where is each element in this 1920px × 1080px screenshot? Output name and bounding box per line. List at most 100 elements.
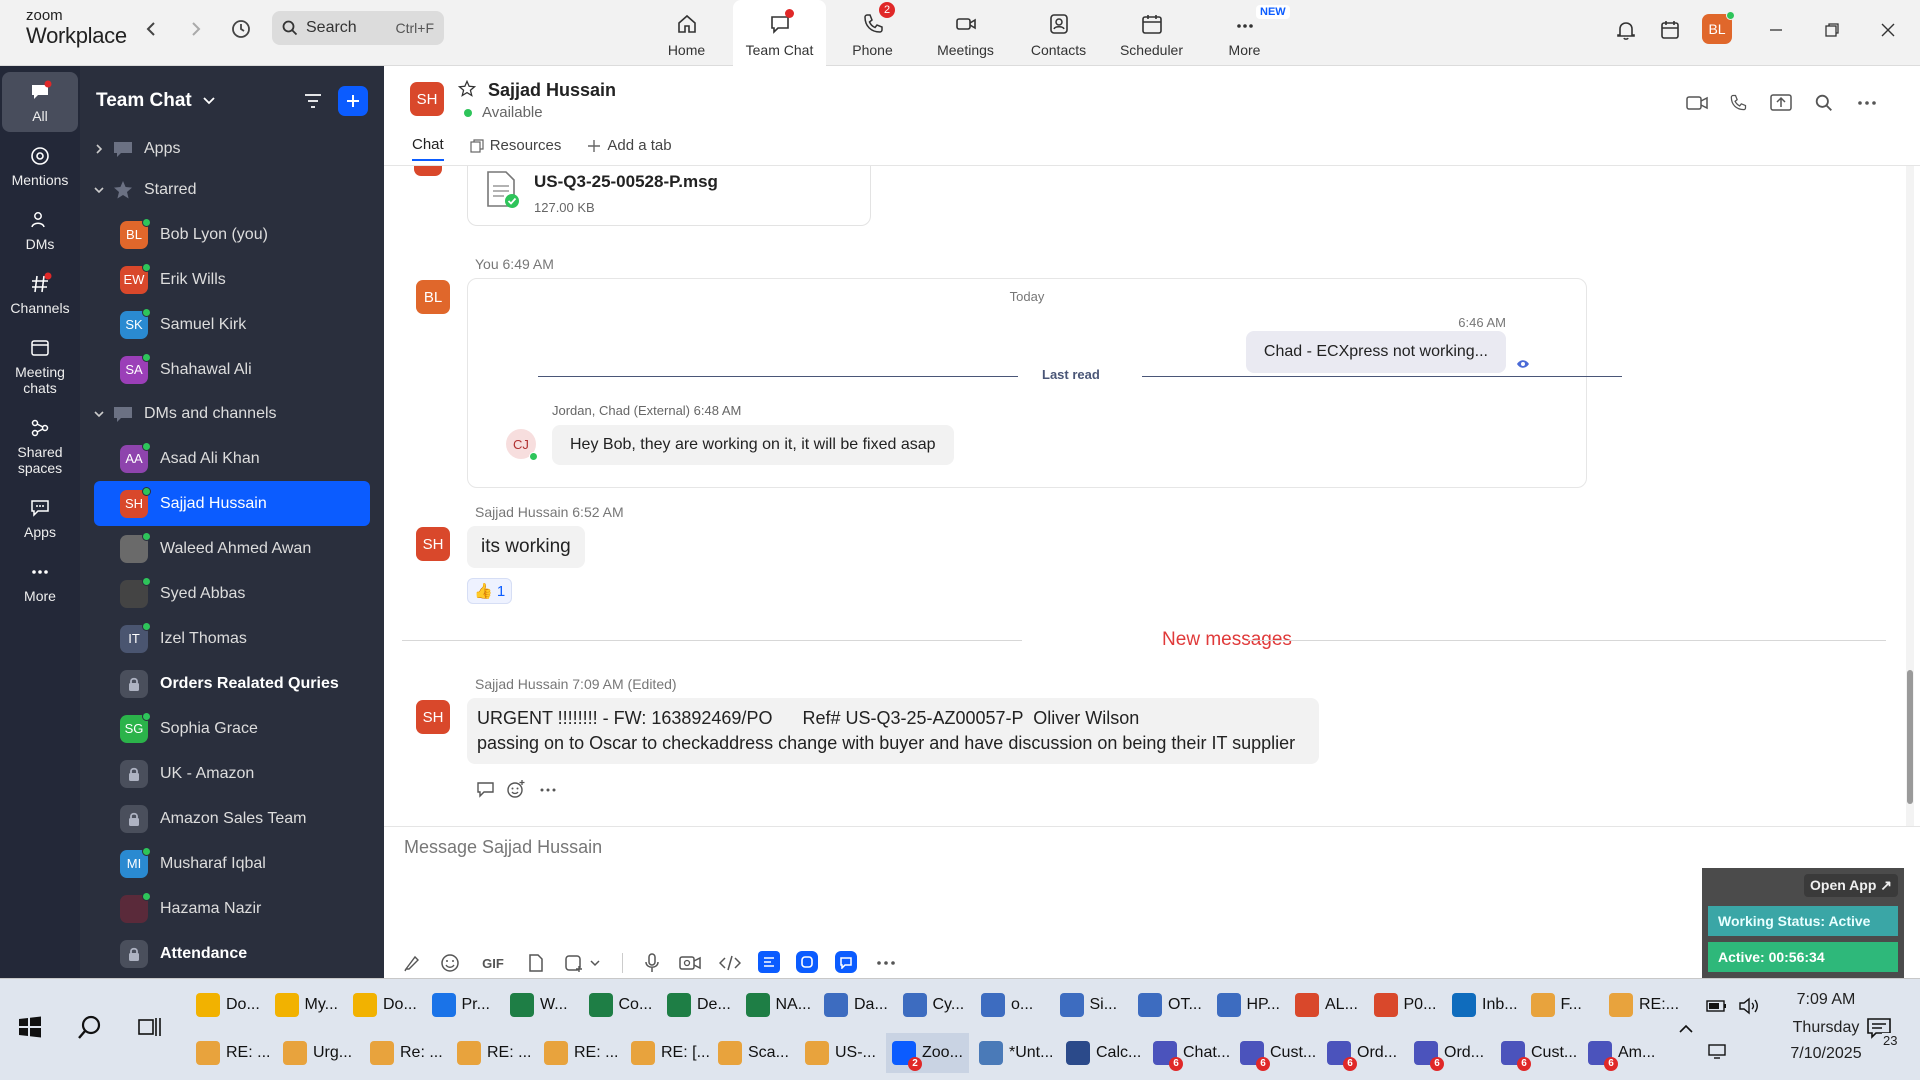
windows-start-icon[interactable] [18,1015,42,1044]
taskbar-app[interactable]: My... [274,985,338,1025]
reply-thread-icon[interactable] [476,780,496,798]
taskbar-search-icon[interactable] [76,1013,104,1046]
new-chat-button[interactable] [338,86,368,116]
sidebar-item[interactable]: SK Samuel Kirk [94,302,370,347]
search-input[interactable]: Search Ctrl+F [272,11,444,45]
calendar-icon[interactable] [1656,16,1684,44]
tab-resources[interactable]: Resources [470,136,561,161]
close-icon[interactable] [1874,16,1902,44]
nav-more[interactable]: NEW More [1198,0,1291,66]
taskbar-app[interactable]: 6 Ord... [1327,1033,1397,1073]
taskbar-app[interactable]: Co... [588,985,652,1025]
taskbar-app[interactable]: 6 Cust... [1501,1033,1577,1073]
star-outline-icon[interactable] [458,80,476,98]
taskbar-app[interactable]: RE: ... [196,1033,270,1073]
rail-all[interactable]: All [2,72,78,132]
tab-add[interactable]: Add a tab [587,136,672,161]
reply-avatar[interactable]: CJ [506,429,538,461]
rail-shared-spaces[interactable]: Shared spaces [2,408,78,484]
notification-bell-icon[interactable] [1612,16,1640,44]
app-integration-3-icon[interactable] [835,951,857,973]
message-avatar[interactable]: SH [416,527,450,561]
sidebar-item[interactable]: AA Asad Ali Khan [94,436,370,481]
sidebar-item[interactable]: Hazama Nazir [94,886,370,931]
quoted-thread-card[interactable]: Today 6:46 AM Chad - ECXpress not workin… [467,278,1622,488]
action-center-icon[interactable]: 23 [1866,1017,1899,1048]
file-attachment[interactable]: US-Q3-25-00528-P.msg 127.00 KB [467,166,871,226]
task-view-icon[interactable] [138,1016,162,1043]
forward-icon[interactable] [183,16,209,42]
sidebar-item[interactable]: BL Bob Lyon (you) [94,212,370,257]
sidebar-item[interactable]: SG Sophia Grace [94,706,370,751]
taskbar-app[interactable]: Do... [196,985,260,1025]
taskbar-app[interactable]: De... [667,985,731,1025]
taskbar-app[interactable]: Cy... [902,985,964,1025]
scrollbar-track[interactable] [1906,166,1914,826]
taskbar-app[interactable]: 6 Cust... [1240,1033,1316,1073]
message-input[interactable]: Message Sajjad Hussain [404,837,602,858]
gif-button[interactable]: GIF [478,951,508,975]
network-icon[interactable] [1706,1043,1728,1064]
message-avatar[interactable]: BL [416,280,450,314]
share-screen-icon[interactable] [1768,90,1794,116]
taskbar-app[interactable]: Da... [824,985,888,1025]
open-app-button[interactable]: Open App ↗ [1804,874,1898,897]
sidebar-item[interactable]: MI Musharaf Iqbal [94,841,370,886]
contact-avatar[interactable]: SH [410,82,444,116]
sidebar-item[interactable]: EW Erik Wills [94,257,370,302]
taskbar-app[interactable]: Re: ... [370,1033,443,1073]
message-bubble-self[interactable]: Chad - ECXpress not working... [1245,331,1506,373]
taskbar-app[interactable]: W... [510,985,568,1025]
chevron-down-icon[interactable] [588,951,602,975]
show-hidden-icons[interactable] [1678,1021,1694,1039]
sidebar-item[interactable]: Amazon Sales Team [94,796,370,841]
message-avatar[interactable]: SH [416,700,450,734]
message-more-icon[interactable] [539,787,557,793]
taskbar-app[interactable]: 6 Chat... [1153,1033,1230,1073]
taskbar-app[interactable]: RE: ... [544,1033,618,1073]
reaction-thumbs-up[interactable]: 👍 1 [467,578,513,604]
rail-meeting-chats[interactable]: Meeting chats [2,328,78,404]
rail-more[interactable]: More [2,552,78,612]
taskbar-app[interactable]: Pr... [431,985,490,1025]
sidebar-item[interactable]: Waleed Ahmed Awan [94,526,370,571]
app-integration-2-icon[interactable] [796,951,818,973]
taskbar-app[interactable]: 6 Ord... [1414,1033,1484,1073]
filter-icon[interactable] [302,90,324,112]
taskbar-app[interactable]: Do... [353,985,417,1025]
taskbar-app[interactable]: P0... [1373,985,1436,1025]
file-attach-icon[interactable] [524,951,548,975]
nav-contacts[interactable]: Contacts [1012,0,1105,66]
nav-phone[interactable]: 2 Phone [826,0,919,66]
nav-meetings[interactable]: Meetings [919,0,1012,66]
taskbar-app[interactable]: F... [1530,985,1582,1025]
file-name[interactable]: US-Q3-25-00528-P.msg [534,172,718,192]
video-message-icon[interactable] [678,951,702,975]
taskbar-app[interactable]: HP... [1216,985,1280,1025]
taskbar-app[interactable]: *Unt... [979,1033,1053,1073]
working-status-label[interactable]: Working Status: Active [1708,906,1898,936]
sidebar-item[interactable]: Syed Abbas [94,571,370,616]
nav-team-chat[interactable]: Team Chat [733,0,826,66]
section-dms[interactable]: DMs and channels [80,392,384,436]
code-snippet-icon[interactable] [718,951,742,975]
rail-channels[interactable]: Channels [2,264,78,324]
message-bubble[interactable]: its working [467,526,585,568]
app-integration-1-icon[interactable] [758,951,780,973]
rail-apps[interactable]: Apps [2,488,78,548]
sidebar-title[interactable]: Team Chat [96,90,192,112]
format-icon[interactable] [400,951,424,975]
tab-chat[interactable]: Chat [412,136,444,161]
video-call-icon[interactable] [1684,90,1710,116]
sidebar-item[interactable]: SH Sajjad Hussain [94,481,370,526]
clock[interactable]: 7:09 AM Thursday 7/10/2025 [1776,991,1876,1063]
restore-icon[interactable] [1818,16,1846,44]
volume-icon[interactable] [1738,997,1760,1020]
minimize-icon[interactable] [1762,16,1790,44]
sidebar-item[interactable]: UK - Amazon [94,751,370,796]
chevron-down-icon[interactable] [202,96,216,106]
composer-more-icon[interactable] [874,951,898,975]
section-starred[interactable]: Starred [80,168,384,212]
taskbar-app[interactable]: 6 Am... [1588,1033,1655,1073]
microphone-icon[interactable] [640,951,664,975]
